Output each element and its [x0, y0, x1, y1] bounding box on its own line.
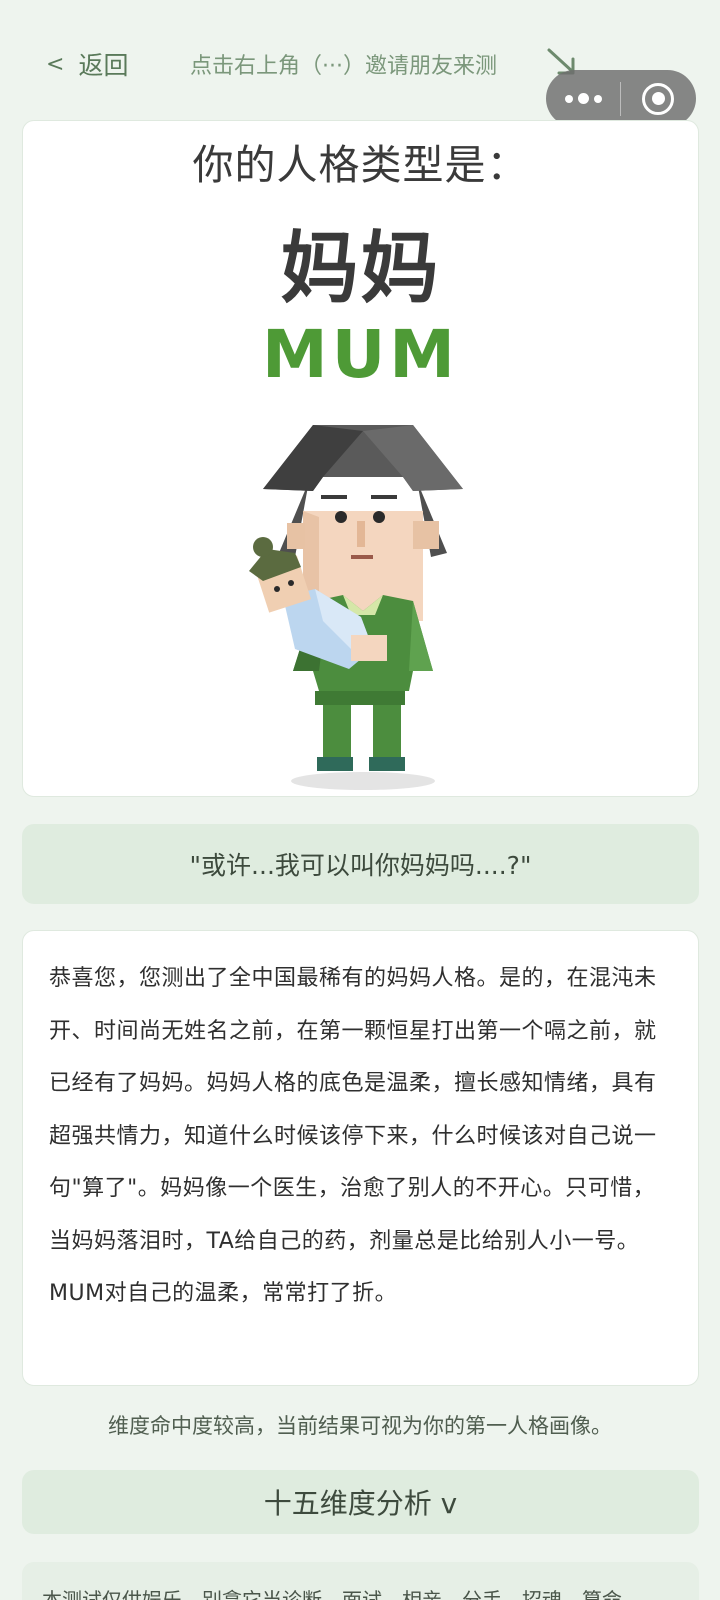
quote-banner: "或许...我可以叫你妈妈吗....?": [22, 824, 699, 904]
personality-type-en: MUM: [262, 316, 459, 393]
description-text: 恭喜您，您测出了全中国最稀有的妈妈人格。是的，在混沌未开、时间尚无姓名之前，在第…: [49, 966, 657, 1306]
mum-character-illustration: [249, 425, 463, 790]
description-card: 恭喜您，您测出了全中国最稀有的妈妈人格。是的，在混沌未开、时间尚无姓名之前，在第…: [22, 930, 699, 1386]
back-label: 返回: [78, 51, 129, 80]
dimension-analysis-button[interactable]: 十五维度分析 v: [22, 1470, 699, 1534]
chevron-left-icon: <: [46, 51, 65, 77]
top-bar: < 返回 点击右上角（···）邀请朋友来测: [0, 0, 720, 127]
personality-type-name: 妈妈: [280, 224, 441, 314]
more-dots-icon[interactable]: [546, 70, 620, 127]
result-card: 你的人格类型是： 妈妈 MUM: [22, 120, 699, 797]
back-button[interactable]: < 返回: [46, 46, 128, 82]
miniprogram-capsule: [546, 70, 696, 127]
result-title: 你的人格类型是：: [192, 141, 529, 189]
disclaimer-box: 本测试仅供娱乐，别拿它当诊断、面试、相亲、分手、招魂、算命: [22, 1562, 699, 1600]
confidence-note: 维度命中度较高，当前结果可视为你的第一人格画像。: [108, 1414, 612, 1438]
share-hint: 点击右上角（···）邀请朋友来测: [190, 54, 497, 79]
close-target-icon[interactable]: [621, 70, 695, 127]
